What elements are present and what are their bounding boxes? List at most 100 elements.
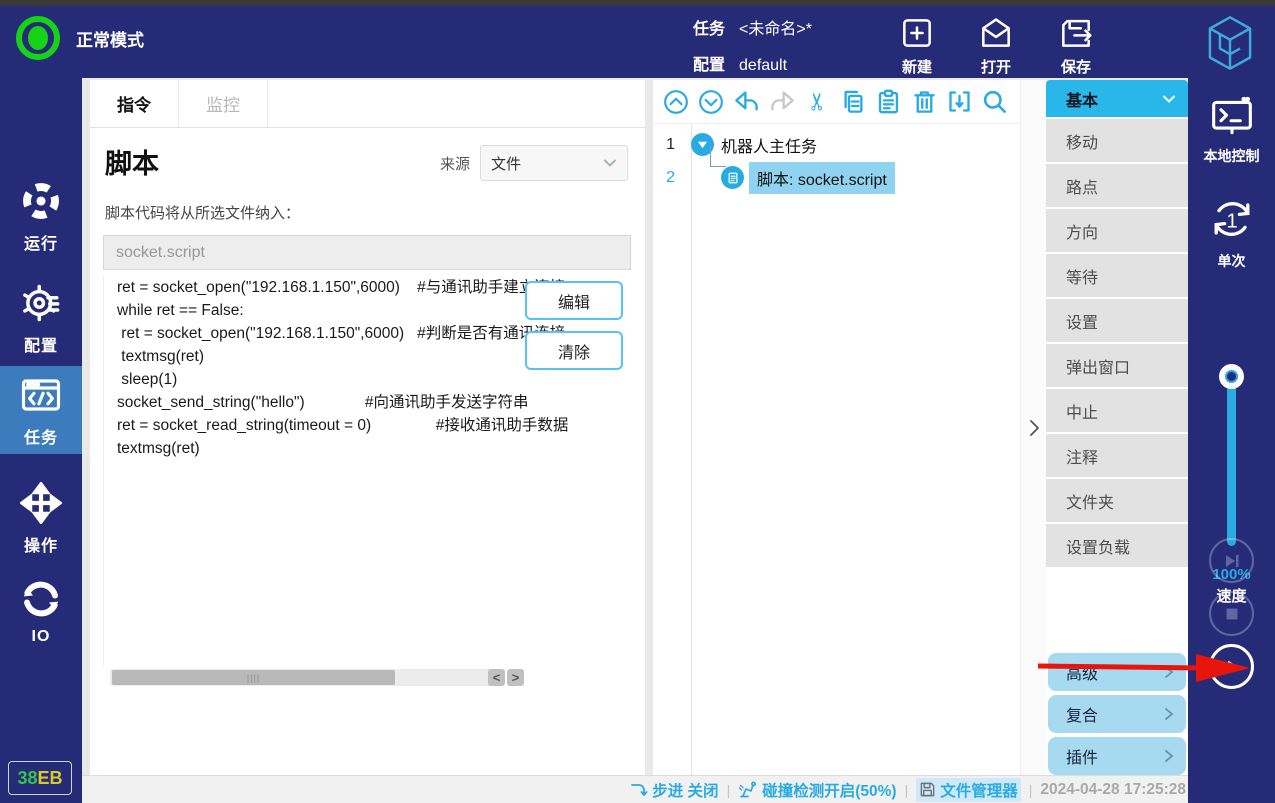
panel-expander[interactable]: [1020, 80, 1046, 775]
tab-bar: 指令 监控: [90, 80, 645, 128]
panel-spacer: [1046, 569, 1188, 653]
svg-text:1: 1: [1226, 210, 1237, 232]
tree-row-script[interactable]: 2 脚本: socket.script: [653, 161, 895, 194]
category-plugin[interactable]: 插件: [1048, 737, 1186, 775]
delete-button[interactable]: [909, 87, 939, 117]
gear-icon: [20, 282, 62, 324]
speed-slider[interactable]: [1188, 366, 1275, 551]
instruction-waypoint[interactable]: 路点: [1046, 164, 1188, 207]
tab-monitor[interactable]: 监控: [179, 80, 268, 127]
brand-logo-icon: [1203, 14, 1257, 72]
horizontal-scrollbar[interactable]: ||||: [110, 669, 502, 686]
script-panel: 指令 监控 脚本 来源 文件 脚本代码将从所选文件纳入： socket.scri…: [90, 80, 645, 775]
instruction-set[interactable]: 设置: [1046, 299, 1188, 342]
copy-button[interactable]: [838, 87, 868, 117]
left-nav: 运行 配置 任务 操作 IO 38EB: [0, 78, 82, 803]
save-task-button[interactable]: 保存: [1041, 14, 1111, 77]
instruction-comment[interactable]: 注释: [1046, 434, 1188, 477]
step-forward-button[interactable]: [1209, 538, 1254, 583]
code-line: ret = socket_read_string(timeout = 0) #接…: [104, 414, 631, 437]
instruction-move[interactable]: 移动: [1046, 119, 1188, 162]
clock: 2024-04-28 17:25:28: [1040, 781, 1186, 799]
category-basic[interactable]: 基本: [1046, 80, 1188, 117]
sidebar-item-run[interactable]: 运行: [0, 172, 82, 254]
separator: |: [1029, 782, 1033, 798]
open-file-icon: [977, 14, 1015, 52]
code-line: textmsg(ret): [104, 437, 631, 460]
sidebar-item-task[interactable]: 任务: [0, 366, 82, 454]
chevron-right-icon: [1164, 749, 1174, 763]
file-manager-button[interactable]: 文件管理器: [916, 778, 1021, 802]
gutter-divider: [691, 125, 692, 775]
stop-button[interactable]: [1209, 591, 1254, 636]
scrollbar-thumb[interactable]: ||||: [112, 670, 395, 685]
sidebar-item-io[interactable]: IO: [0, 570, 82, 646]
tree-node-label: 机器人主任务: [721, 133, 817, 157]
script-description: 脚本代码将从所选文件纳入：: [105, 202, 300, 223]
mode-label: 正常模式: [76, 26, 144, 51]
step-mode-status[interactable]: 步进 关闭: [630, 779, 718, 801]
task-value: <未命名>*: [739, 12, 812, 48]
instruction-wait[interactable]: 等待: [1046, 254, 1188, 297]
filename-field[interactable]: socket.script: [103, 235, 631, 270]
open-task-button[interactable]: 打开: [961, 14, 1031, 77]
line-number: 1: [653, 136, 683, 154]
step-icon: [630, 781, 648, 799]
undo-button[interactable]: [732, 87, 762, 117]
category-composite[interactable]: 复合: [1048, 695, 1186, 733]
instruction-folder[interactable]: 文件夹: [1046, 479, 1188, 522]
separator: |: [727, 782, 731, 798]
search-icon[interactable]: [980, 87, 1010, 117]
chevron-down-icon: [603, 158, 617, 168]
instruction-payload[interactable]: 设置负载: [1046, 524, 1188, 567]
collision-icon: [738, 780, 758, 799]
edit-button[interactable]: 编辑: [525, 281, 623, 320]
new-task-button[interactable]: 新建: [882, 14, 952, 77]
scroll-left-button[interactable]: <: [488, 669, 505, 686]
move-down-button[interactable]: [696, 87, 726, 117]
single-run-toggle[interactable]: 1 单次: [1188, 193, 1275, 271]
local-control-button[interactable]: 本地控制: [1188, 96, 1275, 166]
sidebar-item-operate[interactable]: 操作: [0, 474, 82, 556]
tree-toolbar: ✂: [653, 80, 1020, 124]
sidebar-item-config[interactable]: 配置: [0, 274, 82, 356]
move-arrows-icon: [20, 482, 62, 524]
source-row: 来源 文件: [440, 145, 628, 181]
collision-detect-status[interactable]: 碰撞检测开启(50%): [738, 779, 896, 801]
instruction-abort[interactable]: 中止: [1046, 389, 1188, 432]
chevron-down-icon: [1162, 94, 1176, 104]
instruction-popup[interactable]: 弹出窗口: [1046, 344, 1188, 387]
floppy-icon: [919, 781, 936, 798]
clear-button[interactable]: 清除: [525, 331, 623, 370]
source-label: 来源: [440, 153, 470, 174]
scroll-right-button[interactable]: >: [507, 669, 524, 686]
run-target-icon: [20, 180, 62, 222]
insert-button[interactable]: [945, 87, 975, 117]
chevron-right-icon: [1164, 707, 1174, 721]
tab-instruction[interactable]: 指令: [90, 80, 179, 127]
control-sidebar: 本地控制 1 单次 100% 速度: [1188, 78, 1275, 803]
new-file-icon: [898, 14, 936, 52]
code-line: sleep(1): [104, 368, 631, 391]
cut-button[interactable]: ✂: [803, 87, 833, 117]
single-cycle-icon: 1: [1206, 193, 1258, 245]
paste-button[interactable]: [874, 87, 904, 117]
chevron-right-icon: [1164, 665, 1174, 679]
script-node-icon: [721, 166, 744, 189]
category-advanced[interactable]: 高级: [1048, 653, 1186, 691]
redo-button[interactable]: [767, 87, 797, 117]
play-button[interactable]: [1209, 644, 1254, 689]
move-up-button[interactable]: [661, 87, 691, 117]
code-line: socket_send_string("hello") #向通讯助手发送字符串: [104, 391, 631, 414]
slider-track[interactable]: [1227, 366, 1236, 546]
page-title: 脚本: [105, 142, 159, 181]
io-cycle-icon: [20, 578, 62, 620]
tree-row-main-task[interactable]: 1 机器人主任务: [653, 128, 817, 161]
chevron-right-icon: [1028, 419, 1040, 437]
slider-knob[interactable]: [1219, 364, 1244, 389]
save-icon: [1057, 14, 1095, 52]
task-label: 任务: [693, 12, 725, 48]
source-select[interactable]: 文件: [480, 145, 628, 181]
instruction-direction[interactable]: 方向: [1046, 209, 1188, 252]
separator: |: [905, 782, 909, 798]
